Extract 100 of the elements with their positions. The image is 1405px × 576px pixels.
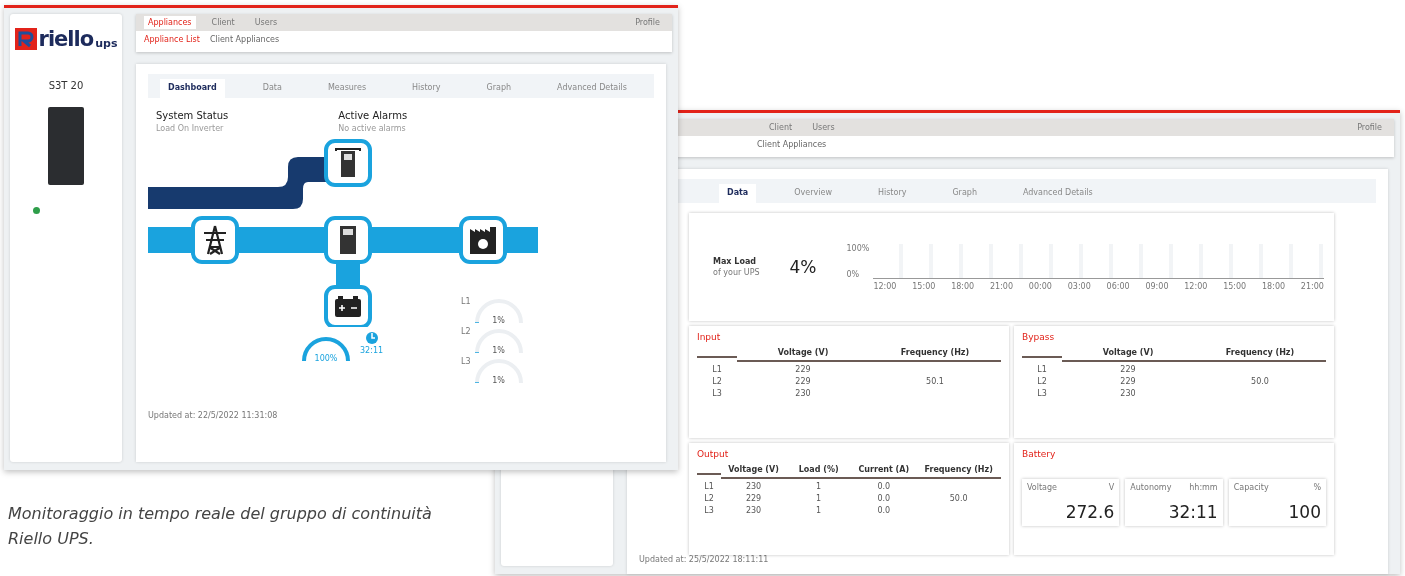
metric-unit: %: [1313, 483, 1321, 492]
column-header: Frequency (Hz): [869, 348, 1001, 362]
card-title: Output: [697, 449, 730, 459]
column-header: Voltage (V): [737, 348, 869, 362]
tab[interactable]: Advanced Details: [1014, 184, 1101, 203]
tab[interactable]: Overview: [786, 184, 840, 203]
x-tick: 12:00: [1184, 281, 1208, 291]
card-title: Bypass: [1022, 332, 1056, 342]
subnav-link[interactable]: Client Appliances: [209, 35, 280, 44]
x-tick: 03:00: [1067, 281, 1091, 291]
load-value: 1%: [491, 346, 506, 355]
logo-suffix: ups: [95, 37, 118, 50]
phase-label: L1: [461, 297, 471, 306]
max-load-value: 4%: [789, 257, 817, 277]
x-tick: 12:00: [873, 281, 897, 291]
table-cell-text: 50.0: [948, 494, 969, 503]
status-dot-icon: [32, 207, 40, 214]
metric-label: Capacity: [1233, 483, 1269, 492]
autonomy-value: 32:11: [360, 346, 384, 355]
ups-cabinet-icon: [324, 139, 372, 187]
metric-value: 32:11: [1167, 502, 1218, 522]
x-tick: 18:00: [951, 281, 975, 291]
table-cell-text: 229: [794, 377, 812, 386]
section-subtitle: No active alarms: [338, 124, 407, 133]
nav-tab[interactable]: Client: [207, 16, 239, 29]
load-value: 1%: [491, 376, 506, 385]
updated-text: Updated at: 25/5/2022 18:11:11: [639, 555, 770, 564]
nav-tab[interactable]: Client: [765, 121, 797, 134]
table-cell-text: L2: [1036, 377, 1048, 386]
tab[interactable]: Graph: [478, 79, 520, 98]
x-tick: 15:00: [912, 281, 936, 291]
x-tick: 21:00: [1300, 281, 1324, 291]
tab[interactable]: History: [869, 184, 915, 203]
x-tick: 00:00: [1028, 281, 1052, 291]
table-cell-text: 1: [815, 482, 823, 491]
tab[interactable]: Dashboard: [160, 79, 225, 98]
metric-value: 100: [1287, 502, 1321, 522]
column-header: Frequency (Hz): [916, 465, 1001, 479]
column-header: Current (A): [851, 465, 917, 479]
model-name: S3T 20: [48, 80, 84, 91]
nav-tab[interactable]: Appliances: [144, 16, 196, 29]
tab[interactable]: Advanced Details: [549, 79, 635, 98]
metric-label: Voltage: [1027, 483, 1057, 492]
section-title: System Status: [156, 110, 229, 121]
x-tick: 15:00: [1223, 281, 1247, 291]
card-title: Input: [697, 332, 722, 342]
phase-label: L3: [461, 357, 471, 366]
table-cell-text: 0.0: [876, 494, 892, 503]
profile-link[interactable]: Profile: [631, 16, 664, 29]
section-subtitle: Load On Inverter: [156, 124, 225, 133]
card-title: Battery: [1022, 449, 1057, 459]
nav-tab[interactable]: Users: [808, 121, 839, 134]
metric-label: Autonomy: [1130, 483, 1172, 492]
phase-label: L2: [461, 327, 471, 336]
table-cell-text: 0.0: [876, 482, 892, 491]
table-cell-text: 230: [1119, 389, 1137, 398]
table-cell-text: 230: [744, 506, 763, 515]
profile-link[interactable]: Profile: [1353, 121, 1386, 134]
updated-text: Updated at: 22/5/2022 11:31:08: [148, 411, 279, 420]
timer-icon: [364, 331, 379, 345]
x-tick: 09:00: [1145, 281, 1169, 291]
table-cell-text: L2: [703, 494, 715, 503]
tab[interactable]: Graph: [944, 184, 985, 203]
subnav-link[interactable]: Appliance List: [144, 35, 200, 44]
table-cell-text: 230: [744, 482, 763, 491]
load-value: 1%: [491, 316, 506, 325]
x-tick: 21:00: [990, 281, 1014, 291]
table-cell-text: L2: [711, 377, 723, 386]
column-header: Voltage (V): [1062, 348, 1194, 362]
table-cell-text: 229: [744, 494, 763, 503]
battery-icon: [324, 285, 372, 327]
logo-text: riello: [38, 29, 94, 50]
nav-tab[interactable]: Users: [250, 16, 282, 29]
max-load-subtitle: of your UPS: [713, 268, 760, 277]
table-cell-text: 229: [794, 365, 812, 374]
metric-value: 272.6: [1064, 502, 1115, 522]
table-cell-text: L3: [1036, 389, 1048, 398]
metric-unit: hh:mm: [1189, 483, 1218, 492]
column-header: Frequency (Hz): [1194, 348, 1326, 362]
y-tick: 0%: [846, 269, 861, 279]
caption: Monitoraggio in tempo reale del gruppo di continuità Riello UPS.: [8, 503, 433, 550]
table-cell-text: L3: [703, 506, 715, 515]
tab[interactable]: Data: [254, 79, 290, 98]
table-cell-text: 230: [794, 389, 812, 398]
tab[interactable]: History: [404, 79, 449, 98]
table-cell-text: 1: [815, 494, 823, 503]
table-cell-text: L1: [711, 365, 723, 374]
tab[interactable]: Data: [719, 184, 757, 203]
metric-unit: V: [1108, 483, 1115, 492]
table-cell-text: L1: [703, 482, 715, 491]
table-cell-text: L1: [1036, 365, 1048, 374]
x-tick: 18:00: [1262, 281, 1286, 291]
logo-icon: [14, 28, 37, 50]
column-header: Load (%): [786, 465, 852, 479]
column-header: Voltage (V): [721, 465, 787, 479]
x-tick: 06:00: [1106, 281, 1130, 291]
max-load-title: Max Load: [713, 257, 758, 266]
table-cell-text: 1: [815, 506, 823, 515]
tab[interactable]: Measures: [319, 79, 375, 98]
subnav-link[interactable]: Client Appliances: [757, 140, 827, 149]
